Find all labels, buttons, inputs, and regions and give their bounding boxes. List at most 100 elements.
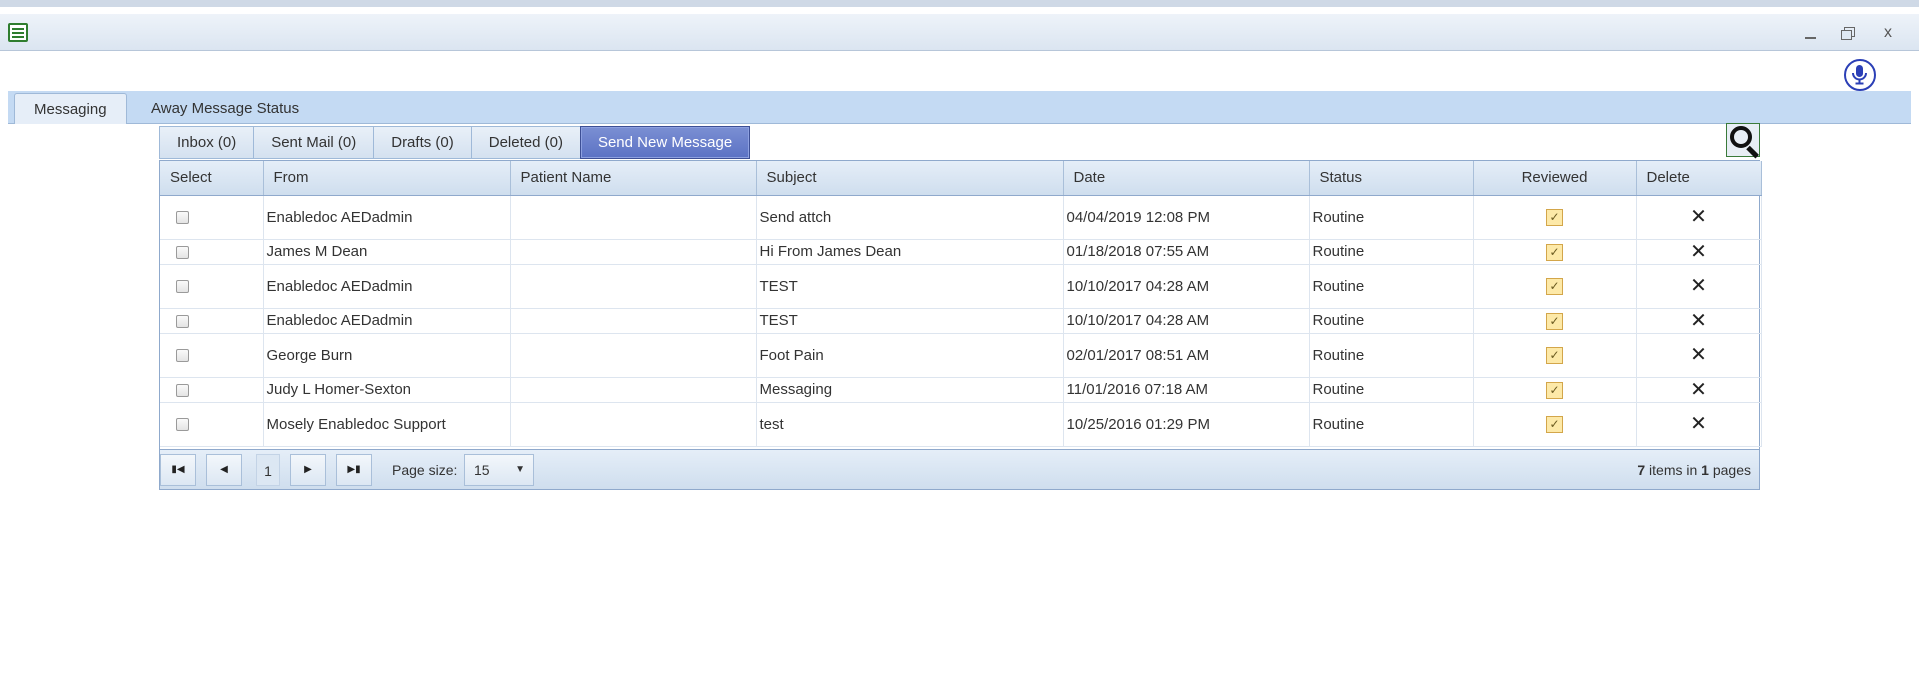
delete-icon[interactable]: ✕ bbox=[1690, 311, 1707, 331]
delete-icon[interactable]: ✕ bbox=[1690, 276, 1707, 296]
select-cell bbox=[160, 377, 264, 403]
status-cell: Routine bbox=[1309, 264, 1474, 309]
select-checkbox[interactable] bbox=[176, 211, 189, 225]
tab-inbox[interactable]: Inbox (0) bbox=[159, 126, 254, 159]
delete-cell: ✕ bbox=[1636, 333, 1762, 378]
column-header-date[interactable]: Date bbox=[1063, 161, 1310, 196]
last-page-icon: ▶▮ bbox=[347, 464, 361, 475]
delete-icon[interactable]: ✕ bbox=[1690, 380, 1707, 400]
column-header-subject[interactable]: Subject bbox=[756, 161, 1064, 196]
select-checkbox[interactable] bbox=[176, 418, 189, 432]
microphone-icon[interactable] bbox=[1844, 59, 1876, 91]
status-cell: Routine bbox=[1309, 377, 1474, 403]
status-cell: Routine bbox=[1309, 333, 1474, 378]
restore-button[interactable] bbox=[1834, 22, 1862, 44]
subject-cell: TEST bbox=[756, 308, 1064, 334]
reviewed-check-icon[interactable]: ✓ bbox=[1546, 312, 1563, 330]
subject-cell: Send attch bbox=[756, 195, 1064, 240]
page-size-label: Page size: bbox=[392, 462, 458, 478]
send-new-message-button[interactable]: Send New Message bbox=[579, 126, 751, 159]
delete-icon[interactable]: ✕ bbox=[1690, 345, 1707, 365]
reviewed-cell: ✓ bbox=[1473, 308, 1637, 334]
delete-icon[interactable]: ✕ bbox=[1690, 207, 1707, 227]
patient-name-cell bbox=[510, 308, 757, 334]
delete-cell: ✕ bbox=[1636, 402, 1762, 447]
dropdown-arrow-icon: ▼ bbox=[515, 464, 525, 475]
page-number-button[interactable]: 1 bbox=[256, 454, 280, 486]
reviewed-check-icon[interactable]: ✓ bbox=[1546, 416, 1563, 433]
reviewed-cell: ✓ bbox=[1473, 239, 1637, 265]
table-row[interactable]: Mosely Enabledoc Support test 10/25/2016 0… bbox=[160, 402, 1762, 447]
select-checkbox[interactable] bbox=[176, 280, 189, 294]
from-cell: Judy L Homer-Sexton bbox=[263, 377, 511, 403]
reviewed-check-icon[interactable]: ✓ bbox=[1546, 209, 1563, 226]
select-cell bbox=[160, 333, 264, 378]
delete-icon[interactable]: ✕ bbox=[1690, 414, 1707, 434]
pages-text: pages bbox=[1712, 462, 1751, 478]
next-page-button[interactable]: ▶ bbox=[290, 454, 326, 486]
table-row[interactable]: Judy L Homer-Sexton Messaging 11/01/2016 0… bbox=[160, 377, 1762, 403]
search-button[interactable] bbox=[1726, 123, 1760, 159]
first-page-button[interactable]: ▮◀ bbox=[160, 454, 196, 486]
reviewed-check-icon[interactable]: ✓ bbox=[1546, 243, 1563, 261]
reviewed-check-icon[interactable]: ✓ bbox=[1546, 381, 1563, 399]
from-cell: Mosely Enabledoc Support bbox=[263, 402, 511, 447]
patient-name-cell bbox=[510, 264, 757, 309]
tab-deleted[interactable]: Deleted (0) bbox=[470, 126, 580, 159]
reviewed-check-icon[interactable]: ✓ bbox=[1546, 278, 1563, 295]
table-row[interactable]: James M Dean Hi From James Dean 01/18/2018… bbox=[160, 239, 1762, 265]
reviewed-check-icon[interactable]: ✓ bbox=[1546, 347, 1563, 364]
column-header-from[interactable]: From bbox=[263, 161, 511, 196]
patient-name-cell bbox=[510, 239, 757, 265]
reviewed-cell: ✓ bbox=[1473, 402, 1637, 447]
from-cell: Enabledoc AEDadmin bbox=[263, 308, 511, 334]
from-cell: Enabledoc AEDadmin bbox=[263, 264, 511, 309]
column-header-reviewed[interactable]: Reviewed bbox=[1473, 161, 1637, 196]
subject-cell: Hi From James Dean bbox=[756, 239, 1064, 265]
date-cell: 01/18/2018 07:55 AM bbox=[1063, 239, 1310, 265]
previous-page-icon: ◀ bbox=[220, 464, 228, 475]
last-page-button[interactable]: ▶▮ bbox=[336, 454, 372, 486]
delete-cell: ✕ bbox=[1636, 264, 1762, 309]
patient-name-cell bbox=[510, 377, 757, 403]
column-header-status[interactable]: Status bbox=[1309, 161, 1474, 196]
tab-sent-mail[interactable]: Sent Mail (0) bbox=[253, 126, 374, 159]
tab-messaging[interactable]: Messaging bbox=[14, 93, 127, 124]
close-button[interactable]: x bbox=[1874, 22, 1902, 44]
select-checkbox[interactable] bbox=[176, 349, 189, 363]
delete-cell: ✕ bbox=[1636, 308, 1762, 334]
select-checkbox[interactable] bbox=[176, 245, 189, 259]
from-cell: George Burn bbox=[263, 333, 511, 378]
page-size-value: 15 bbox=[474, 462, 490, 478]
table-row[interactable]: Enabledoc AEDadmin TEST 10/10/2017 04:28 A… bbox=[160, 264, 1762, 309]
delete-cell: ✕ bbox=[1636, 377, 1762, 403]
table-row[interactable]: Enabledoc AEDadmin Send attch 04/04/2019 1… bbox=[160, 195, 1762, 240]
select-checkbox[interactable] bbox=[176, 314, 189, 328]
column-header-delete[interactable]: Delete bbox=[1636, 161, 1762, 196]
patient-name-cell bbox=[510, 195, 757, 240]
delete-icon[interactable]: ✕ bbox=[1690, 242, 1707, 262]
app-window: x Messaging Away Message Status Inbox (0… bbox=[0, 0, 1919, 677]
table-row[interactable]: George Burn Foot Pain 02/01/2017 08:51 AM R… bbox=[160, 333, 1762, 378]
reviewed-cell: ✓ bbox=[1473, 264, 1637, 309]
status-cell: Routine bbox=[1309, 239, 1474, 265]
minimize-button[interactable] bbox=[1797, 22, 1825, 44]
tab-away-message-status[interactable]: Away Message Status bbox=[132, 93, 318, 124]
tab-drafts[interactable]: Drafts (0) bbox=[373, 126, 471, 159]
page-size-select[interactable]: 15 ▼ bbox=[464, 454, 534, 486]
select-cell bbox=[160, 264, 264, 309]
subject-cell: test bbox=[756, 402, 1064, 447]
close-icon: x bbox=[1884, 24, 1892, 41]
table-row[interactable]: Enabledoc AEDadmin TEST 10/10/2017 04:28 A… bbox=[160, 308, 1762, 334]
reviewed-cell: ✓ bbox=[1473, 377, 1637, 403]
previous-page-button[interactable]: ◀ bbox=[206, 454, 242, 486]
status-cell: Routine bbox=[1309, 402, 1474, 447]
select-checkbox[interactable] bbox=[176, 383, 189, 397]
column-header-select[interactable]: Select bbox=[160, 161, 264, 196]
minimize-icon bbox=[1805, 37, 1816, 39]
reviewed-cell: ✓ bbox=[1473, 333, 1637, 378]
next-page-icon: ▶ bbox=[304, 464, 312, 475]
column-header-patient-name[interactable]: Patient Name bbox=[510, 161, 757, 196]
from-cell: Enabledoc AEDadmin bbox=[263, 195, 511, 240]
message-folder-tabs: Inbox (0) Sent Mail (0) Drafts (0) Delet… bbox=[159, 126, 751, 160]
